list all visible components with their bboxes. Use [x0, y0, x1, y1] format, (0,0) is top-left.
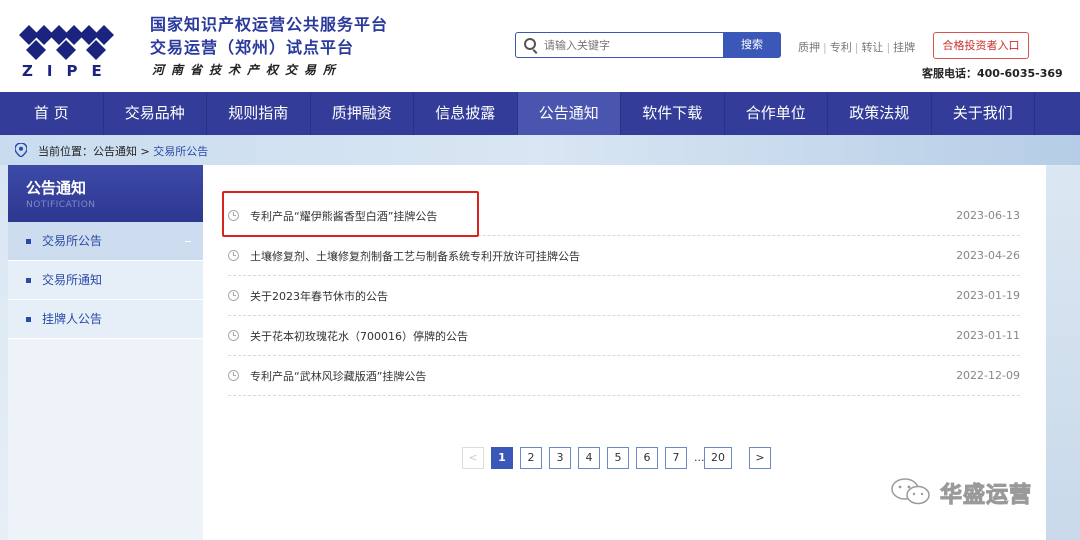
pagination-prev-button[interactable]: <: [462, 447, 484, 469]
breadcrumb-separator: >: [137, 145, 154, 158]
site-title-line3: 河南省技术产权交易所: [152, 63, 343, 77]
breadcrumb-text: 当前位置：公告通知 > 交易所公告: [38, 143, 208, 159]
notice-date: 2023-04-26: [956, 249, 1020, 262]
sidebar-header: 公告通知 NOTIFICATION: [8, 165, 203, 222]
quick-link-transfer[interactable]: 转让: [861, 41, 883, 54]
quick-link-separator: |: [823, 41, 827, 54]
clock-icon: [228, 370, 239, 381]
breadcrumb-label: 当前位置：: [38, 145, 93, 158]
notice-title[interactable]: 专利产品“武林风珍藏版酒”挂牌公告: [250, 368, 426, 384]
nav-item-policies[interactable]: 政策法规: [828, 92, 932, 135]
wechat-icon: [891, 478, 930, 505]
notice-date: 2023-06-13: [956, 209, 1020, 222]
square-bullet-icon: [26, 317, 31, 322]
sidebar-item-label: 交易所公告: [42, 234, 103, 248]
quick-link-patent[interactable]: 专利: [830, 41, 852, 54]
watermark-text: 华盛运营: [939, 483, 1033, 509]
qualified-investor-button[interactable]: 合格投资者入口: [933, 32, 1029, 59]
notice-title[interactable]: 土壤修复剂、土壤修复剂制备工艺与制备系统专利开放许可挂牌公告: [250, 248, 580, 264]
pagination-page-7[interactable]: 7: [665, 447, 687, 469]
search-icon: [524, 38, 536, 50]
search-button[interactable]: 搜索: [723, 32, 781, 58]
logo-text: ZIPE: [22, 62, 116, 80]
breadcrumb-parent[interactable]: 公告通知: [93, 145, 137, 158]
site-title-line2: 交易运营（郑州）试点平台: [150, 38, 355, 57]
right-decoration: [1046, 165, 1080, 540]
location-pin-icon: [15, 143, 27, 157]
nav-item-partners[interactable]: 合作单位: [725, 92, 828, 135]
list-item[interactable]: 专利产品“武林风珍藏版酒”挂牌公告 2022-12-09: [228, 356, 1020, 396]
notice-title[interactable]: 关于花本初玫瑰花水（700016）停牌的公告: [250, 328, 468, 344]
nav-item-trade-types[interactable]: 交易品种: [104, 92, 207, 135]
quick-link-pledge[interactable]: 质押: [798, 41, 820, 54]
square-bullet-icon: [26, 278, 31, 283]
nav-item-software-download[interactable]: 软件下载: [621, 92, 725, 135]
nav-item-home[interactable]: 首 页: [0, 92, 104, 135]
pagination-page-5[interactable]: 5: [607, 447, 629, 469]
sidebar: 公告通知 NOTIFICATION 交易所公告 交易所通知 挂牌人公告: [8, 165, 203, 540]
nav-item-about-us[interactable]: 关于我们: [932, 92, 1035, 135]
quick-link-separator: |: [886, 41, 891, 54]
breadcrumb-current[interactable]: 交易所公告: [153, 145, 208, 158]
clock-icon: [228, 290, 239, 301]
square-bullet-icon: [26, 239, 31, 244]
sidebar-subtitle: NOTIFICATION: [26, 200, 96, 210]
site-title-line1: 国家知识产权运营公共服务平台: [150, 15, 389, 34]
pagination-page-3[interactable]: 3: [549, 447, 571, 469]
highlight-annotation-box: [222, 191, 479, 237]
sidebar-item-lister-announcements[interactable]: 挂牌人公告: [8, 300, 203, 339]
pagination-page-1[interactable]: 1: [491, 447, 513, 469]
list-item[interactable]: 土壤修复剂、土壤修复剂制备工艺与制备系统专利开放许可挂牌公告 2023-04-2…: [228, 236, 1020, 276]
sidebar-title: 公告通知: [26, 179, 87, 197]
search-box: [515, 32, 724, 58]
customer-hotline: 客服电话：400-6035-369: [922, 67, 1063, 80]
pagination: < 1 2 3 4 5 6 7 ... 20 >: [462, 447, 778, 469]
pagination-page-2[interactable]: 2: [520, 447, 542, 469]
list-item[interactable]: 关于花本初玫瑰花水（700016）停牌的公告 2023-01-11: [228, 316, 1020, 356]
dash-icon: [185, 241, 191, 242]
clock-icon: [228, 250, 239, 261]
pagination-page-4[interactable]: 4: [578, 447, 600, 469]
quick-link-separator: |: [854, 41, 859, 54]
sidebar-item-exchange-notices[interactable]: 交易所通知: [8, 261, 203, 300]
quick-links: 质押 | 专利 | 转让 | 挂牌: [798, 39, 915, 55]
main-nav: 首 页 交易品种 规则指南 质押融资 信息披露 公告通知 软件下载 合作单位 政…: [0, 92, 1080, 135]
site-header: ZIPE 国家知识产权运营公共服务平台 交易运营（郑州）试点平台 河南省技术产权…: [0, 0, 1080, 92]
notice-date: 2022-12-09: [956, 369, 1020, 382]
pagination-page-6[interactable]: 6: [636, 447, 658, 469]
notice-title[interactable]: 关于2023年春节休市的公告: [250, 288, 388, 304]
breadcrumb: 当前位置：公告通知 > 交易所公告: [0, 135, 1080, 165]
pagination-page-last[interactable]: 20: [704, 447, 732, 469]
nav-item-pledge-finance[interactable]: 质押融资: [311, 92, 414, 135]
nav-item-announcements[interactable]: 公告通知: [517, 92, 621, 135]
sidebar-item-exchange-announcements[interactable]: 交易所公告: [8, 222, 203, 261]
sidebar-item-label: 挂牌人公告: [42, 312, 103, 326]
quick-link-listing[interactable]: 挂牌: [893, 41, 915, 54]
nav-item-rules-guide[interactable]: 规则指南: [207, 92, 311, 135]
sidebar-item-label: 交易所通知: [42, 273, 103, 287]
list-item[interactable]: 关于2023年春节休市的公告 2023-01-19: [228, 276, 1020, 316]
clock-icon: [228, 330, 239, 341]
nav-item-disclosure[interactable]: 信息披露: [414, 92, 518, 135]
pagination-ellipsis: ...: [694, 451, 705, 464]
site-title-block: 国家知识产权运营公共服务平台 交易运营（郑州）试点平台 河南省技术产权交易所: [150, 14, 388, 80]
notice-date: 2023-01-11: [956, 329, 1020, 342]
pagination-next-button[interactable]: >: [749, 447, 771, 469]
search-input[interactable]: [544, 33, 719, 57]
notice-date: 2023-01-19: [956, 289, 1020, 302]
